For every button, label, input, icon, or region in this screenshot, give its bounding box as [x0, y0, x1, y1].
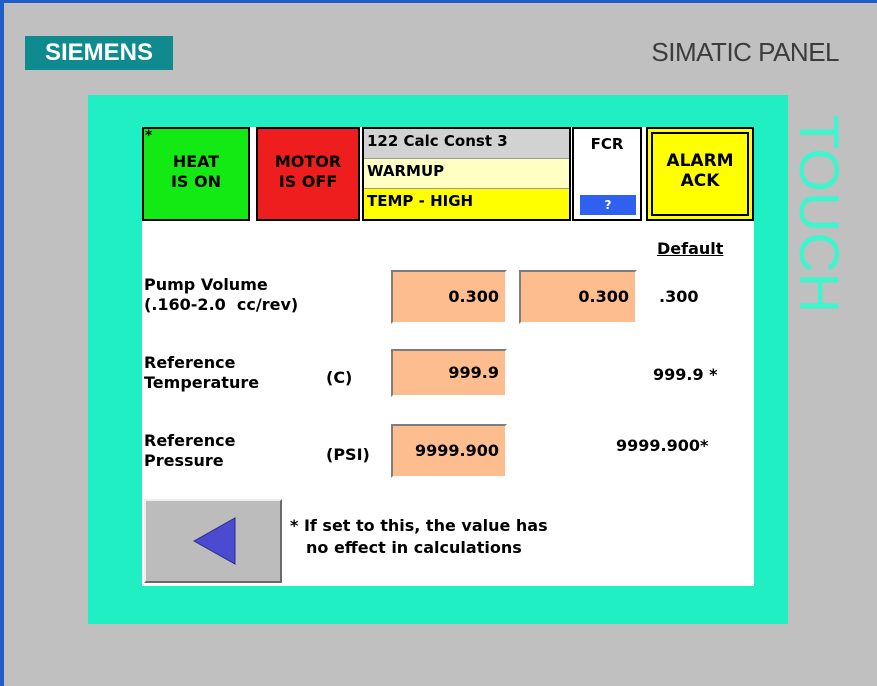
pump-volume-current[interactable]: 0.300 [519, 270, 637, 324]
siemens-logo: SIEMENS [25, 36, 173, 70]
heat-status-button[interactable]: * HEAT IS ON [142, 127, 250, 221]
ref-temperature-label: Reference Temperature [144, 353, 259, 393]
motor-line1: MOTOR [274, 152, 342, 171]
fcr-panel: FCR ? [572, 127, 642, 221]
alarm-ack-button[interactable]: ALARM ACK [646, 127, 754, 221]
help-button[interactable]: ? [580, 195, 636, 215]
alarm-line1: ALARM [666, 151, 734, 171]
status-panel: 122 Calc Const 3 WARMUP TEMP - HIGH [362, 127, 571, 221]
fcr-label: FCR [590, 135, 624, 153]
heat-marker: * [145, 128, 153, 144]
status-line-alarm: TEMP - HIGH [364, 189, 569, 219]
heat-line1: HEAT [172, 152, 220, 171]
back-button[interactable] [144, 499, 282, 583]
pump-volume-label: Pump Volume (.160-2.0 cc/rev) [144, 275, 298, 315]
hmi-frame: SIEMENS SIMATIC PANEL TOUCH * HEAT IS ON… [0, 0, 877, 686]
default-column-header: Default [657, 239, 724, 258]
pump-volume-label-line1: Pump Volume [144, 275, 268, 294]
hmi-screen: * HEAT IS ON MOTOR IS OFF 122 Calc Const… [142, 127, 754, 586]
ref-pressure-default: 9999.900* [616, 436, 709, 455]
ref-pressure-unit: (PSI) [326, 445, 370, 464]
touch-text: TOUCH [788, 115, 851, 314]
ref-temperature-default: 999.9 * [653, 365, 718, 384]
alarm-line2: ACK [680, 171, 720, 191]
ref-temperature-label-line1: Reference [144, 353, 236, 372]
pump-volume-default: .300 [659, 287, 699, 306]
note-line1: * If set to this, the value has [290, 516, 548, 535]
ref-pressure-label-line1: Reference [144, 431, 236, 450]
pump-volume-input[interactable]: 0.300 [391, 270, 507, 324]
ref-pressure-label-line2: Pressure [144, 451, 224, 470]
heat-line2: IS ON [170, 172, 222, 191]
ref-pressure-input[interactable]: 9999.900 [391, 424, 507, 478]
ref-temperature-input[interactable]: 999.9 [391, 349, 507, 397]
left-triangle-icon [192, 517, 236, 565]
pump-volume-range: (.160-2.0 cc/rev) [144, 295, 299, 314]
default-note: * If set to this, the value has no effec… [290, 515, 548, 559]
ref-temperature-label-line2: Temperature [144, 373, 260, 392]
touch-label: TOUCH [788, 115, 852, 365]
note-line2: no effect in calculations [306, 538, 522, 557]
motor-status-button[interactable]: MOTOR IS OFF [256, 127, 360, 221]
ref-pressure-label: Reference Pressure [144, 431, 235, 471]
ref-temperature-unit: (C) [326, 368, 353, 387]
panel-name: SIMATIC PANEL [651, 37, 839, 67]
status-line-mode: WARMUP [364, 159, 569, 189]
status-line-screen: 122 Calc Const 3 [364, 129, 569, 159]
motor-line2: IS OFF [278, 172, 338, 191]
